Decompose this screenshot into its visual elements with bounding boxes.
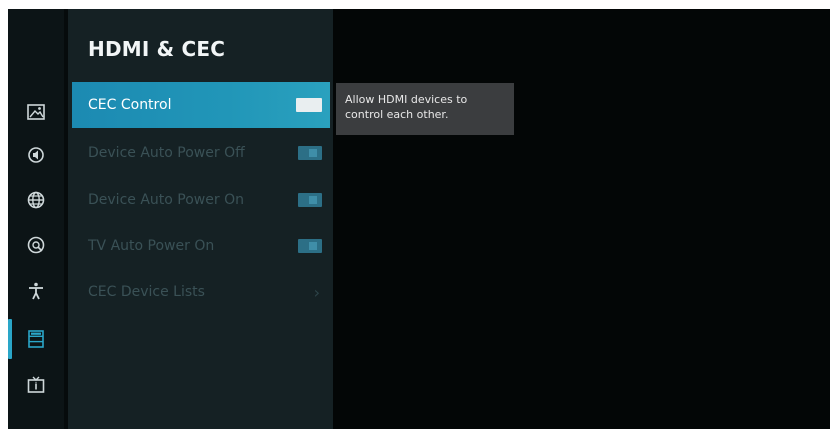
network-icon: [27, 191, 45, 209]
rail-item-sound[interactable]: [8, 136, 64, 174]
system-icon: [28, 330, 44, 348]
menu-item-label: CEC Device Lists: [88, 284, 205, 300]
device-auto-power-off-checkbox[interactable]: [298, 146, 322, 160]
help-tooltip: Allow HDMI devices to control each other…: [336, 83, 514, 135]
menu-item-label: CEC Control: [88, 97, 172, 113]
rail-item-tv-info[interactable]: [8, 366, 64, 404]
rail-item-system[interactable]: [8, 320, 64, 358]
menu-item-cec-control[interactable]: CEC Control: [72, 82, 330, 128]
menu-item-device-auto-power-on[interactable]: Device Auto Power On: [72, 177, 330, 223]
cec-control-checkbox[interactable]: [296, 98, 322, 112]
accessibility-icon: [29, 282, 43, 300]
device-auto-power-on-checkbox[interactable]: [298, 193, 322, 207]
chevron-right-icon: ›: [313, 282, 320, 302]
remote-icon: [27, 236, 45, 254]
menu-item-cec-device-lists[interactable]: CEC Device Lists ›: [72, 269, 330, 315]
picture-icon: [27, 104, 45, 120]
menu-item-device-auto-power-off[interactable]: Device Auto Power Off: [72, 130, 330, 176]
menu-item-tv-auto-power-on[interactable]: TV Auto Power On: [72, 223, 330, 269]
rail-item-accessibility[interactable]: [8, 272, 64, 310]
settings-icon-rail: [8, 9, 64, 429]
menu-item-label: Device Auto Power Off: [88, 145, 245, 161]
menu-item-label: TV Auto Power On: [88, 238, 215, 254]
rail-item-network[interactable]: [8, 181, 64, 219]
rail-item-remote[interactable]: [8, 226, 64, 264]
tv-info-icon: [27, 376, 45, 393]
rail-item-picture[interactable]: [8, 93, 64, 131]
sound-icon: [28, 147, 44, 163]
menu-item-label: Device Auto Power On: [88, 192, 244, 208]
hdmi-cec-menu-panel: HDMI & CEC CEC Control Device Auto Power…: [68, 9, 333, 429]
tv-auto-power-on-checkbox[interactable]: [298, 239, 322, 253]
tv-screen: HDMI & CEC CEC Control Device Auto Power…: [8, 9, 830, 429]
page-title: HDMI & CEC: [88, 37, 226, 61]
